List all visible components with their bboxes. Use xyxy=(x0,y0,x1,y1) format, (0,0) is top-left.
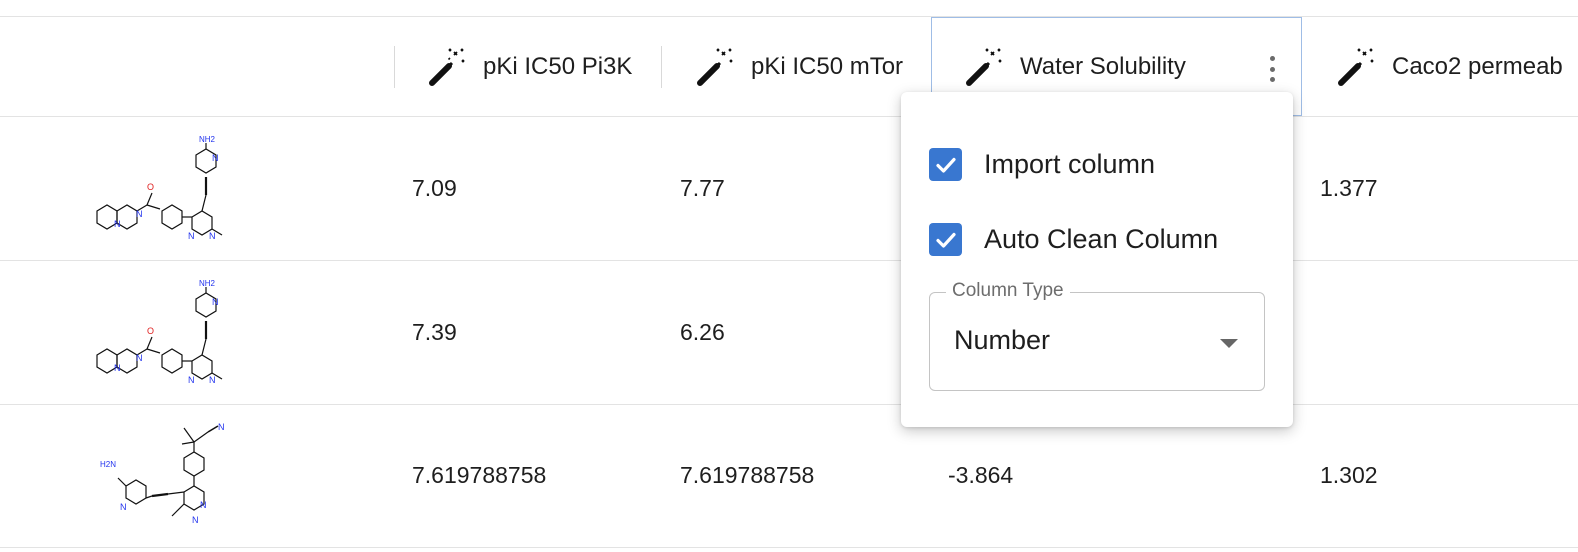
cell-water-solubility[interactable]: -3.864 xyxy=(948,462,1013,489)
column-header-label: Caco2 permeab xyxy=(1392,52,1563,80)
atom-label: NH2 xyxy=(199,135,216,144)
magic-wand-icon xyxy=(966,47,1002,86)
atom-label: N xyxy=(114,363,121,373)
cell-pki-pi3k[interactable]: 7.619788758 xyxy=(412,462,546,489)
import-column-option[interactable]: Import column xyxy=(929,148,1155,181)
atom-label: H2N xyxy=(100,460,116,469)
atom-label: N xyxy=(209,375,216,385)
cell-pki-mtor[interactable]: 6.26 xyxy=(680,319,725,346)
column-separator[interactable] xyxy=(394,46,395,88)
atom-label: O xyxy=(147,326,154,336)
magic-wand-icon xyxy=(697,47,733,86)
auto-clean-column-checkbox[interactable] xyxy=(929,223,962,256)
more-vert-icon[interactable] xyxy=(1265,56,1279,82)
atom-label: NH2 xyxy=(199,279,216,288)
atom-label: N xyxy=(188,375,195,385)
grid-line-row-3 xyxy=(0,547,1578,548)
column-header-label: pKi IC50 mTor xyxy=(751,52,904,80)
cell-caco2[interactable]: 1.302 xyxy=(1320,462,1378,489)
column-header-pki-mtor[interactable]: pKi IC50 mTor xyxy=(695,17,931,116)
cell-pki-pi3k[interactable]: 7.39 xyxy=(412,319,457,346)
column-header-label: Water Solubility xyxy=(1020,52,1186,80)
magic-wand-icon xyxy=(1338,47,1374,86)
cell-pki-mtor[interactable]: 7.77 xyxy=(680,175,725,202)
atom-label: O xyxy=(147,182,154,192)
grid-line-row-1 xyxy=(0,260,1578,261)
cell-pki-pi3k[interactable]: 7.09 xyxy=(412,175,457,202)
atom-label: N xyxy=(218,422,225,432)
cell-pki-mtor[interactable]: 7.619788758 xyxy=(680,462,814,489)
atom-label: N xyxy=(212,153,219,163)
column-type-legend: Column Type xyxy=(946,280,1070,302)
atom-label: N xyxy=(188,231,195,241)
column-type-value: Number xyxy=(954,325,1051,355)
molecule-structure: H2N N N N N xyxy=(100,422,225,525)
auto-clean-column-option[interactable]: Auto Clean Column xyxy=(929,223,1218,256)
atom-label: N xyxy=(192,515,199,525)
import-column-label: Import column xyxy=(984,149,1156,179)
grid-line-header xyxy=(0,116,1578,117)
molecule-structure: NH2 O N N N N N xyxy=(96,279,223,385)
check-icon xyxy=(935,157,956,173)
magic-wand-icon xyxy=(429,47,465,86)
molecule-structure: NH2 O N N N N N xyxy=(96,135,223,241)
atom-label: N xyxy=(114,219,121,229)
column-header-label: pKi IC50 Pi3K xyxy=(483,52,633,80)
dropdown-arrow-icon xyxy=(1220,339,1238,348)
atom-label: N xyxy=(212,297,219,307)
atom-label: N xyxy=(136,209,143,219)
atom-label: N xyxy=(200,500,207,510)
cell-caco2[interactable]: 1.377 xyxy=(1320,175,1378,202)
column-header-pki-pi3k[interactable]: pKi IC50 Pi3K xyxy=(427,17,661,116)
grid-line-row-2 xyxy=(0,404,1578,405)
atom-label: N xyxy=(209,231,216,241)
import-column-checkbox[interactable] xyxy=(929,148,962,181)
atom-label: N xyxy=(136,353,143,363)
column-options-menu: Import column Auto Clean Column Column T… xyxy=(901,92,1293,427)
column-type-select[interactable]: Column Type Number xyxy=(929,280,1265,391)
column-separator[interactable] xyxy=(661,46,662,88)
atom-label: N xyxy=(120,502,127,512)
column-header-caco2[interactable]: Caco2 permeab xyxy=(1336,17,1578,116)
auto-clean-column-label: Auto Clean Column xyxy=(984,224,1219,254)
check-icon xyxy=(935,232,956,248)
